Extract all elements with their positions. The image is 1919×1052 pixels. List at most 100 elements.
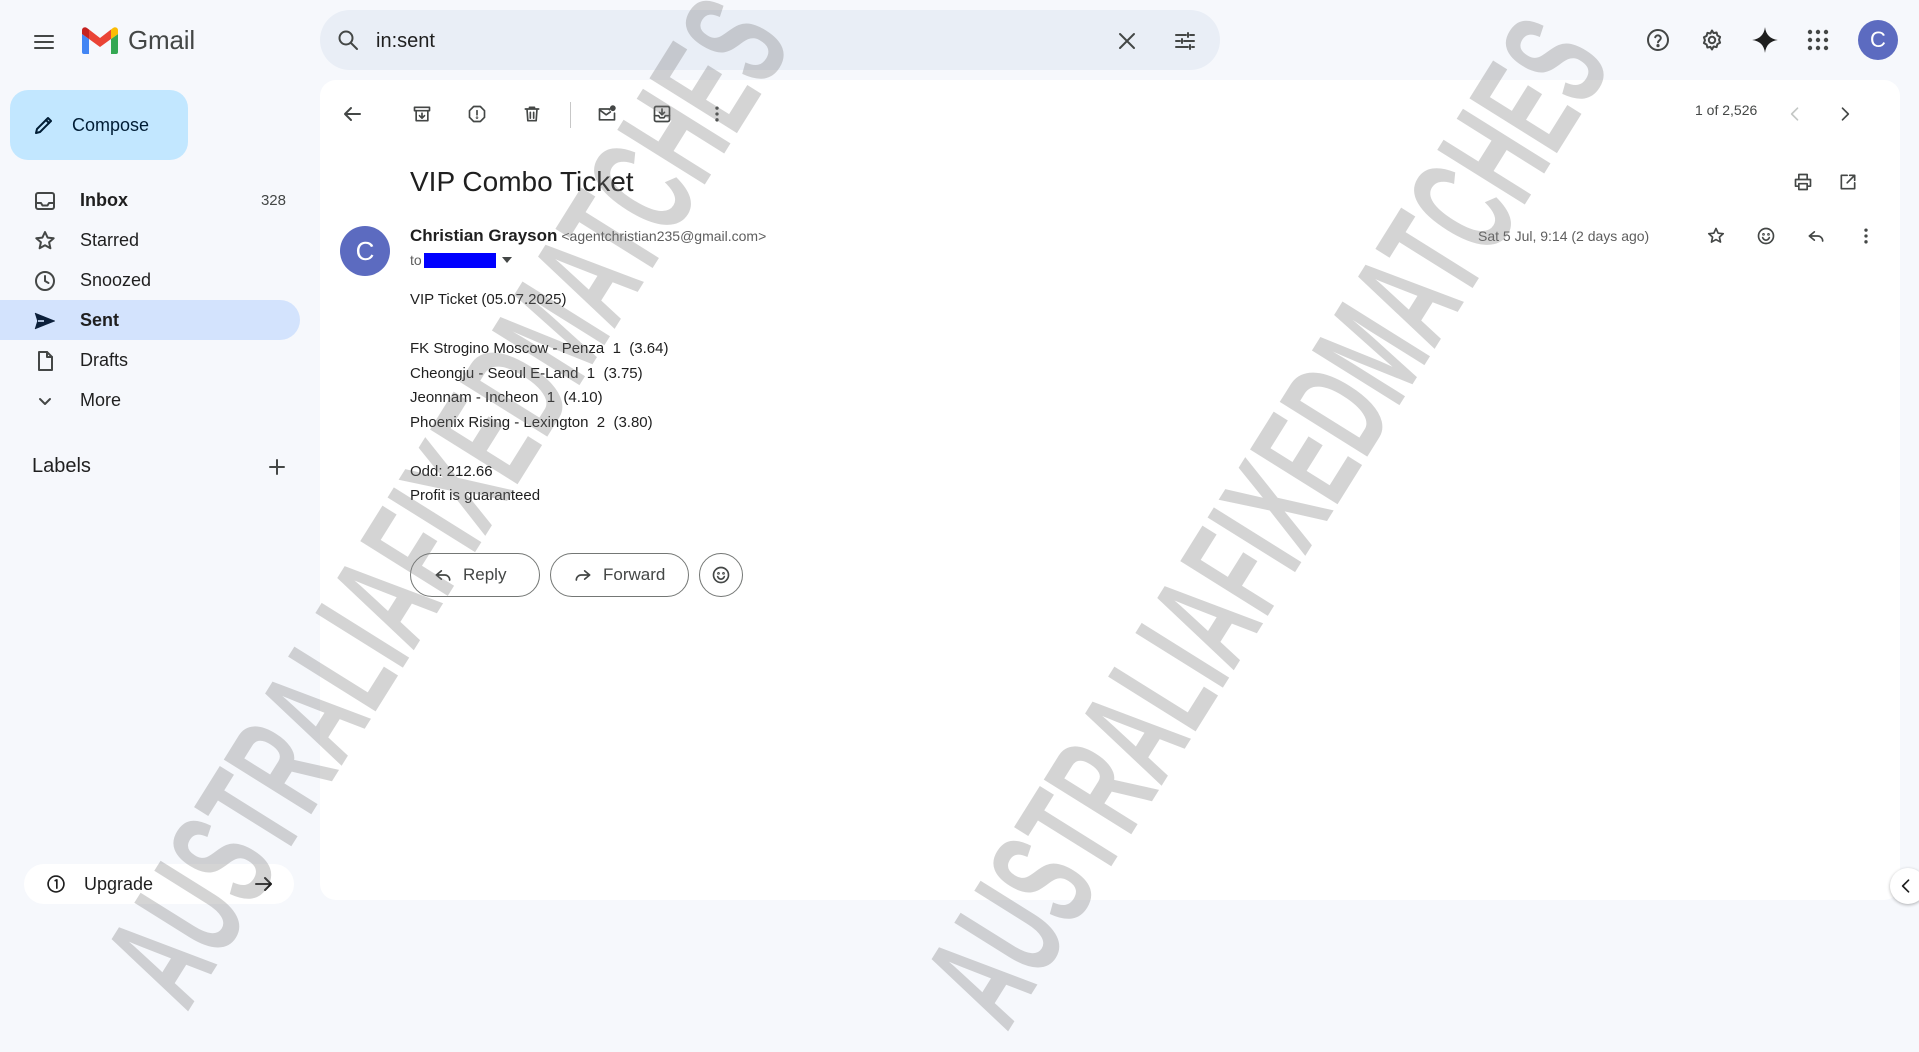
mark-unread-button[interactable] xyxy=(587,94,627,134)
body-line: Cheongju - Seoul E-Land 1 (3.75) xyxy=(410,364,643,382)
account-avatar[interactable]: C xyxy=(1858,20,1898,60)
delete-button[interactable] xyxy=(512,94,552,134)
sidebar-item-label: Drafts xyxy=(80,349,129,370)
clock-icon xyxy=(35,271,55,291)
reply-button[interactable]: Reply xyxy=(410,553,540,597)
star-icon xyxy=(1707,227,1725,243)
recipients-line: to xyxy=(410,252,512,268)
search-options-button[interactable] xyxy=(1170,26,1200,56)
inbox-icon xyxy=(35,192,55,210)
open-new-window-button[interactable] xyxy=(1828,162,1868,202)
open-in-new-icon xyxy=(1840,174,1856,190)
chevron-left-icon xyxy=(1901,879,1910,893)
body-line: Jeonnam - Incheon 1 (4.10) xyxy=(410,389,603,406)
sparkle-icon xyxy=(1752,27,1778,53)
clear-search-button[interactable] xyxy=(1112,26,1142,56)
emoji-icon xyxy=(712,566,730,584)
body-line xyxy=(410,435,668,460)
main-menu-button[interactable] xyxy=(24,22,64,62)
reply-label: Reply xyxy=(463,565,507,584)
apps-grid-icon xyxy=(1807,29,1829,51)
sidebar-item-starred[interactable]: Starred xyxy=(0,220,300,260)
sidebar-item-drafts[interactable]: Drafts xyxy=(0,340,300,380)
report-spam-button[interactable] xyxy=(457,94,497,134)
body-line: FK Strogino Moscow - Penza 1 (3.64) xyxy=(410,340,669,357)
sidebar-nav: Inbox 328 Starred Snoozed Sent Drafts Mo… xyxy=(0,180,300,420)
more-vertical-icon xyxy=(1864,228,1868,244)
sender-avatar[interactable]: C xyxy=(340,226,390,276)
star-button[interactable] xyxy=(1696,216,1736,256)
create-label-button[interactable] xyxy=(262,452,292,482)
sender-email: <agentchristian235@gmail.com> xyxy=(561,228,767,244)
older-button[interactable] xyxy=(1825,94,1865,134)
side-panel-toggle[interactable] xyxy=(1890,868,1919,904)
trash-icon xyxy=(524,106,540,122)
gemini-button[interactable] xyxy=(1743,18,1787,62)
search-icon[interactable] xyxy=(336,28,360,52)
more-vertical-icon xyxy=(715,106,719,122)
upgrade-button[interactable]: Upgrade xyxy=(24,864,294,904)
to-prefix: to xyxy=(410,252,422,268)
settings-button[interactable] xyxy=(1690,18,1734,62)
sidebar-item-label: Inbox xyxy=(80,189,128,210)
sidebar-item-label: More xyxy=(80,389,122,410)
sidebar-item-label: Snoozed xyxy=(80,269,152,290)
more-options-button[interactable] xyxy=(697,94,737,134)
email-date: Sat 5 Jul, 9:14 (2 days ago) xyxy=(1478,228,1650,244)
print-all-button[interactable] xyxy=(1783,162,1823,202)
show-details-icon[interactable] xyxy=(501,257,512,263)
email-body: VIP Ticket (05.07.2025) FK Strogino Mosc… xyxy=(410,288,668,509)
body-line: VIP Ticket (05.07.2025) xyxy=(410,291,567,308)
archive-button[interactable] xyxy=(402,94,442,134)
draft-icon xyxy=(38,351,53,371)
reply-icon xyxy=(435,570,451,581)
sidebar-item-label: Sent xyxy=(80,309,120,330)
body-line: Profit is guaranteed xyxy=(410,487,541,504)
tune-icon xyxy=(1175,32,1195,50)
reply-icon-button[interactable] xyxy=(1796,216,1836,256)
send-icon xyxy=(34,312,56,330)
move-to-button[interactable] xyxy=(642,94,682,134)
message-view: 1 of 2,526 VIP Combo Ticket C Christian … xyxy=(320,80,1900,900)
pencil-icon xyxy=(35,117,52,134)
email-subject: VIP Combo Ticket xyxy=(410,166,634,197)
sidebar-item-label: Starred xyxy=(80,229,140,250)
sidebar-item-inbox[interactable]: Inbox 328 xyxy=(0,180,300,220)
body-line: Odd: 212.66 xyxy=(410,462,493,480)
labels-heading: Labels xyxy=(32,455,91,477)
message-more-button[interactable] xyxy=(1846,216,1886,256)
sender-line: Christian Grayson <agentchristian235@gmai… xyxy=(410,226,766,246)
plus-icon xyxy=(269,459,285,475)
gear-icon xyxy=(1702,29,1722,51)
gmail-logo-icon xyxy=(82,27,118,54)
compose-button[interactable]: Compose xyxy=(10,90,188,160)
compose-label: Compose xyxy=(72,114,150,135)
newer-button[interactable] xyxy=(1775,94,1815,134)
unread-count: 328 xyxy=(260,191,286,209)
forward-button[interactable]: Forward xyxy=(550,553,689,597)
archive-icon xyxy=(413,106,431,122)
gmail-logo[interactable]: Gmail xyxy=(80,24,195,56)
forward-label: Forward xyxy=(603,565,666,584)
sidebar-item-more[interactable]: More xyxy=(0,380,300,420)
mark-unread-icon xyxy=(598,105,616,121)
upgrade-label: Upgrade xyxy=(84,873,154,894)
star-icon xyxy=(35,231,55,250)
sender-name[interactable]: Christian Grayson xyxy=(410,226,557,245)
chevron-left-icon xyxy=(1790,107,1799,121)
google-apps-button[interactable] xyxy=(1796,18,1840,62)
body-line xyxy=(410,313,668,338)
chevron-right-icon xyxy=(1841,107,1850,121)
sidebar-item-snoozed[interactable]: Snoozed xyxy=(0,260,300,300)
add-reaction-button[interactable] xyxy=(1746,216,1786,256)
back-button[interactable] xyxy=(332,94,372,134)
search-input[interactable] xyxy=(374,22,1058,60)
upgrade-icon xyxy=(47,875,65,893)
search-bar xyxy=(320,10,1220,70)
sidebar-item-sent[interactable]: Sent xyxy=(0,300,300,340)
reply-icon xyxy=(1808,231,1824,242)
redacted-recipient xyxy=(423,252,496,268)
emoji-reaction-button[interactable] xyxy=(699,553,743,597)
forward-icon xyxy=(575,570,591,581)
support-button[interactable] xyxy=(1636,18,1680,62)
